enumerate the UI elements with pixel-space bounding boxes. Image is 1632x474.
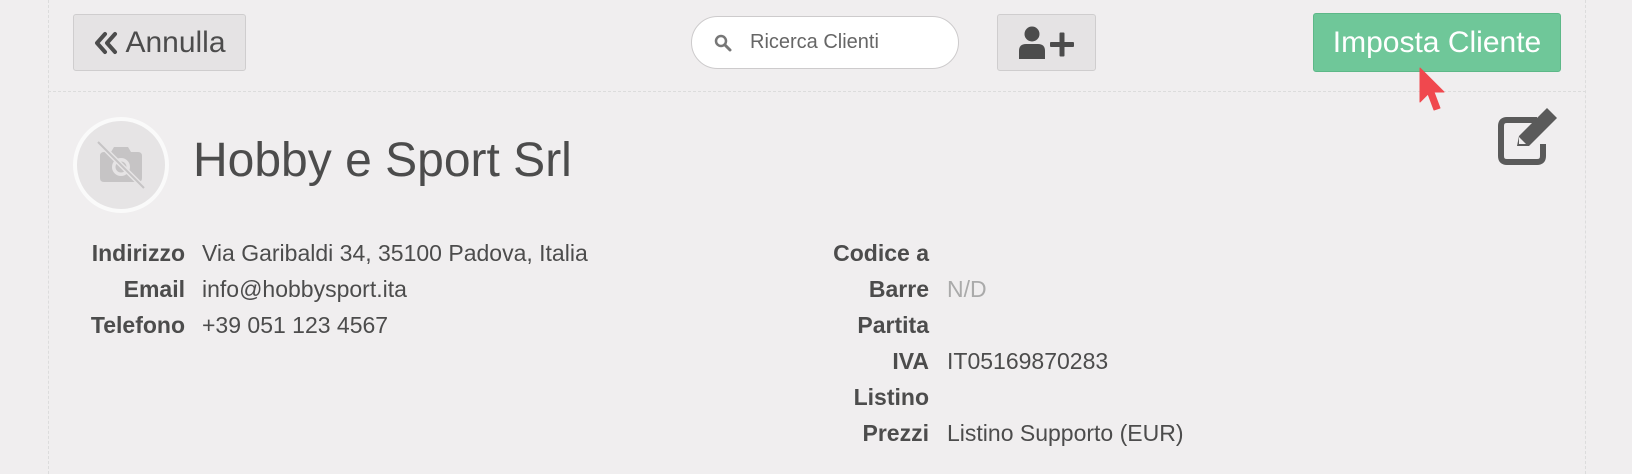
client-name: Hobby e Sport Srl — [193, 134, 572, 187]
detail-row-pricelist-2: Prezzi Listino Supporto (EUR) — [0, 420, 1632, 450]
no-photo-icon — [96, 140, 146, 190]
set-client-label: Imposta Cliente — [1332, 25, 1542, 59]
avatar — [73, 117, 169, 213]
search-input[interactable] — [748, 30, 942, 55]
barcode-label-line2: Barre — [868, 276, 929, 302]
pricelist-label-line1: Listino — [853, 384, 929, 410]
vat-value: IT05169870283 — [947, 348, 1109, 374]
double-chevron-left-icon — [95, 31, 118, 54]
cancel-button[interactable]: Annulla — [73, 14, 246, 71]
pricelist-value: Listino Supporto (EUR) — [947, 420, 1184, 446]
pricelist-label-line2: Prezzi — [862, 420, 929, 446]
vat-label-line2: IVA — [892, 348, 929, 374]
edit-icon[interactable] — [1497, 108, 1563, 166]
barcode-value: N/D — [947, 276, 987, 302]
detail-row-pricelist-1: Listino — [0, 384, 1632, 414]
search-icon — [714, 34, 732, 51]
detail-row-vat-2: IVA IT05169870283 — [0, 348, 1632, 378]
mouse-cursor-icon — [1419, 67, 1445, 111]
vat-label-line1: Partita — [857, 312, 929, 338]
add-user-button[interactable] — [997, 14, 1096, 71]
cancel-label: Annulla — [125, 25, 226, 59]
search-box[interactable] — [691, 16, 959, 69]
detail-row-vat-1: Partita — [0, 312, 1632, 342]
barcode-label-line1: Codice a — [833, 240, 929, 266]
add-user-icon — [1018, 26, 1074, 59]
toolbar-separator — [48, 91, 1586, 92]
set-client-button[interactable]: Imposta Cliente — [1313, 13, 1561, 72]
detail-row-barcode-2: Barre N/D — [0, 276, 1632, 306]
detail-row-barcode-1: Codice a — [0, 240, 1632, 270]
